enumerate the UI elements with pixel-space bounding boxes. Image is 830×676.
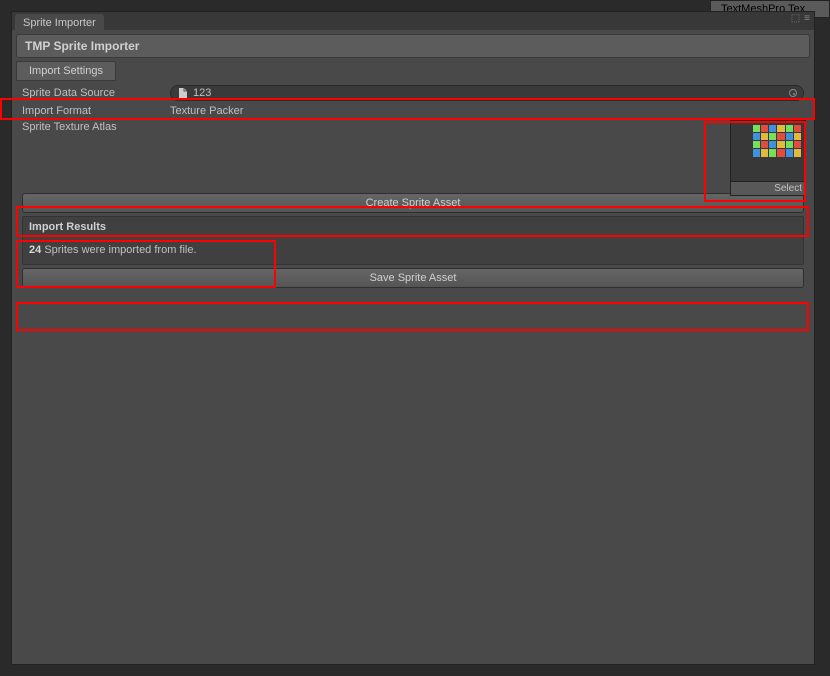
label-sprite-texture-atlas: Sprite Texture Atlas [22,121,170,133]
window-tab[interactable]: Sprite Importer [15,14,104,30]
window-tab-label: Sprite Importer [23,17,96,29]
panel-content: TMP Sprite Importer Import Settings Spri… [12,30,814,664]
texture-atlas-slot[interactable]: Select [730,120,806,196]
import-results-message: Sprites were imported from file. [44,244,196,256]
texture-select-button[interactable]: Select [731,181,805,195]
window-menu-icon[interactable]: ≡ [804,14,810,24]
tab-import-settings[interactable]: Import Settings [16,61,116,81]
save-sprite-asset-button[interactable]: Save Sprite Asset [22,268,804,288]
input-sprite-data-source[interactable]: 123 [170,85,804,101]
create-sprite-asset-button[interactable]: Create Sprite Asset [22,193,804,213]
window-titlebar: Sprite Importer ⬚ ≡ [12,12,814,30]
import-results-title: Import Results [29,221,797,233]
panel-title: TMP Sprite Importer [16,34,810,58]
sprite-importer-window: Sprite Importer ⬚ ≡ TMP Sprite Importer … [11,11,815,665]
import-results-count: 24 [29,244,41,256]
field-sprite-data-source: Sprite Data Source 123 [16,84,810,102]
section-tabs: Import Settings [16,61,810,81]
label-import-format: Import Format [22,105,170,117]
texture-preview-sprites [753,125,801,173]
label-sprite-data-source: Sprite Data Source [22,87,170,99]
file-icon [177,87,189,99]
field-sprite-texture-atlas: Sprite Texture Atlas [16,120,810,190]
window-lock-icon[interactable]: ⬚ [791,14,800,24]
field-import-format: Import Format Texture Packer [16,102,810,120]
divider: ------------------------ [29,233,797,240]
object-picker-icon[interactable] [789,89,797,97]
value-import-format[interactable]: Texture Packer [170,105,804,117]
value-sprite-data-source: 123 [193,87,211,99]
import-results-text: 24 Sprites were imported from file. [29,244,797,256]
import-results-box: Import Results ------------------------ … [22,216,804,265]
